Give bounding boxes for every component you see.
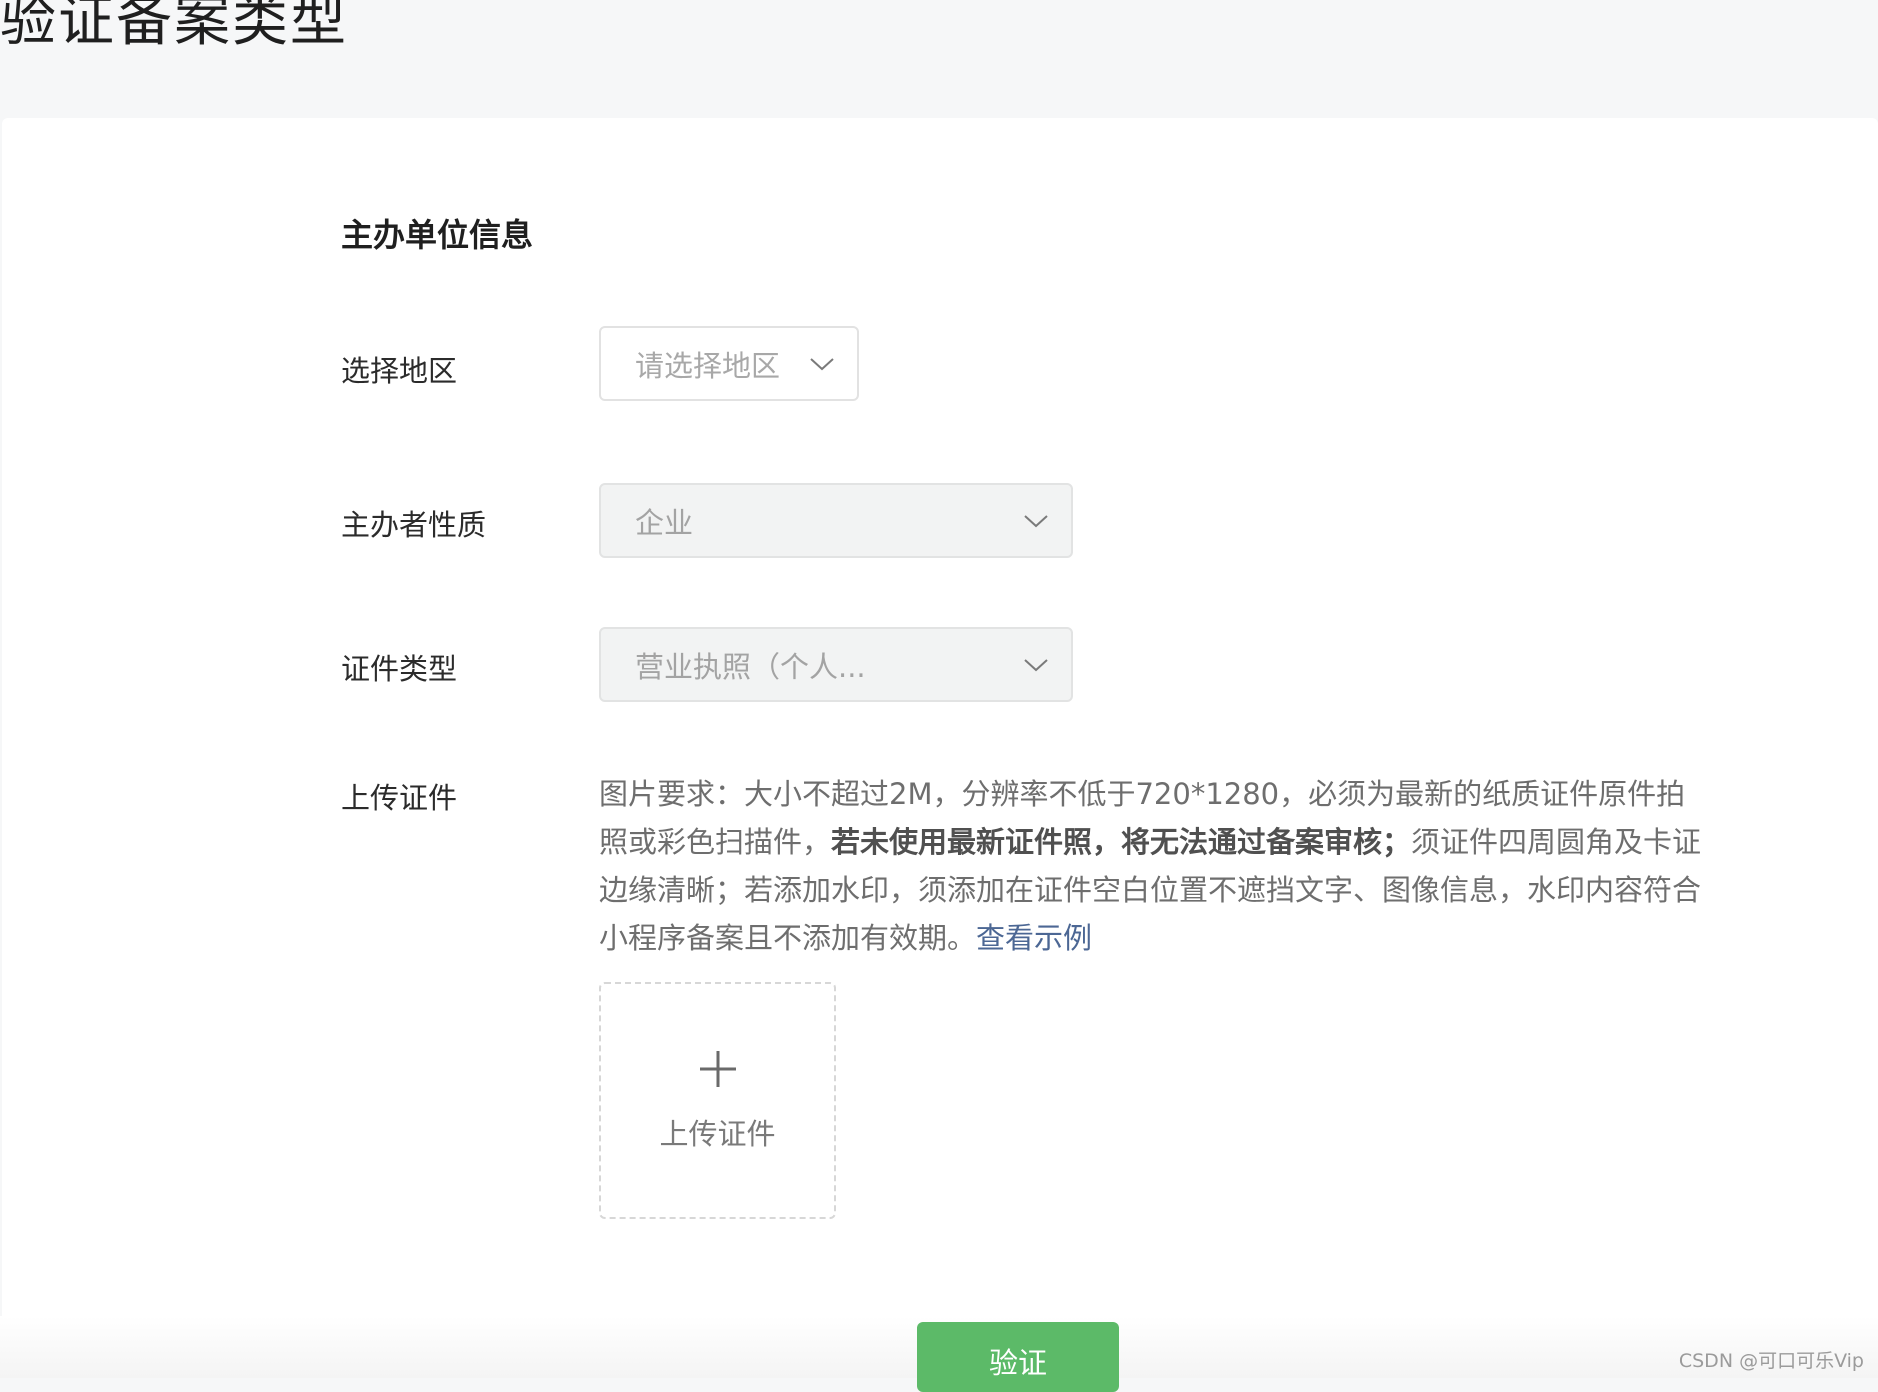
organizer-type-label: 主办者性质 (341, 508, 487, 542)
region-placeholder: 请选择地区 (635, 348, 781, 383)
certificate-type-value: 营业执照（个人... (635, 649, 866, 684)
region-select[interactable]: 请选择地区 (599, 326, 859, 401)
section-title: 主办单位信息 (341, 216, 534, 254)
page-title: 验证备案类型 (0, 0, 348, 54)
organizer-type-value: 企业 (635, 505, 694, 540)
chevron-down-icon (1024, 514, 1048, 527)
form-card (2, 118, 1878, 1378)
chevron-down-icon (810, 357, 834, 370)
upload-certificate-button[interactable]: 上传证件 (599, 982, 836, 1219)
certificate-type-label: 证件类型 (341, 652, 458, 686)
certificate-type-select[interactable]: 营业执照（个人... (599, 627, 1073, 702)
chevron-down-icon (1024, 658, 1048, 671)
plus-icon (699, 1050, 736, 1087)
upload-label: 上传证件 (341, 781, 458, 815)
watermark: CSDN @可口可乐Vip (1678, 1350, 1864, 1372)
requirement-warning: 若未使用最新证件照，将无法通过备案审核； (831, 825, 1412, 859)
upload-requirements: 图片要求：大小不超过2M，分辨率不低于720*1280，必须为最新的纸质证件原件… (599, 770, 1709, 962)
view-example-link[interactable]: 查看示例 (976, 921, 1092, 955)
region-label: 选择地区 (341, 354, 458, 388)
organizer-type-select[interactable]: 企业 (599, 483, 1073, 558)
upload-button-label: 上传证件 (659, 1116, 776, 1151)
verify-button[interactable]: 验证 (917, 1322, 1119, 1392)
